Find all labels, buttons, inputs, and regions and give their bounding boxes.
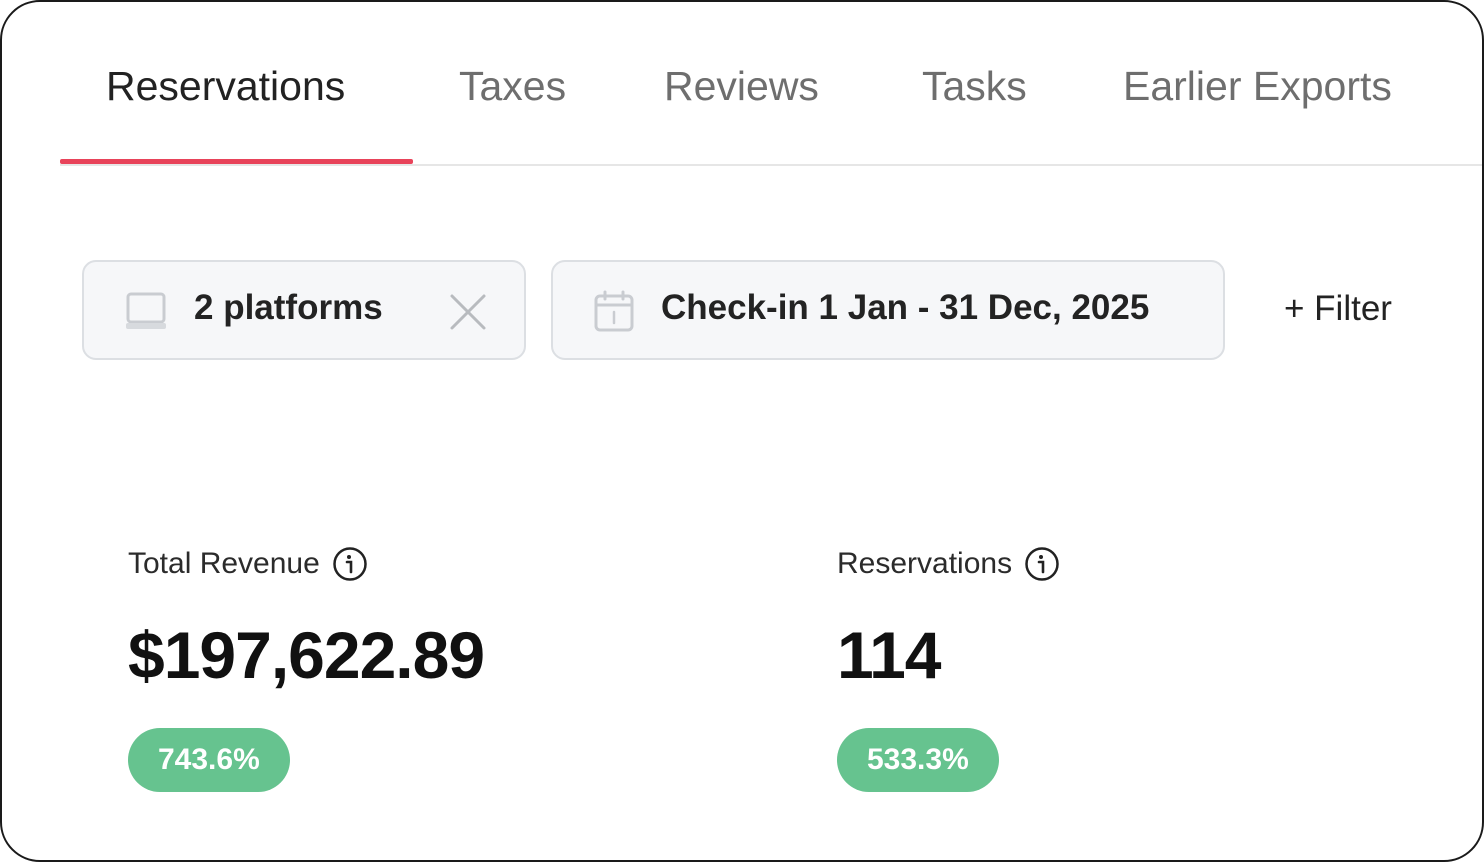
laptop-icon	[124, 290, 170, 341]
platforms-filter-label: 2 platforms	[194, 288, 383, 327]
total-revenue-card: Total Revenue $197,622.89 743.6%	[128, 542, 485, 792]
tab-reservations[interactable]: Reservations	[106, 58, 345, 114]
reservations-value: 114	[837, 618, 941, 692]
date-range-filter-label: Check-in 1 Jan - 31 Dec, 2025	[661, 288, 1150, 327]
calendar-icon	[593, 290, 637, 339]
close-icon[interactable]	[448, 292, 488, 332]
tabs-divider	[60, 164, 1482, 166]
info-icon[interactable]	[1024, 546, 1060, 582]
platforms-filter-chip[interactable]: 2 platforms	[82, 260, 526, 360]
app-frame: Reservations Taxes Reviews Tasks Earlier…	[0, 0, 1484, 862]
active-tab-indicator	[60, 159, 413, 164]
add-filter-button[interactable]: + Filter	[1284, 284, 1392, 334]
tab-taxes[interactable]: Taxes	[459, 58, 566, 114]
info-icon[interactable]	[332, 546, 368, 582]
reservations-change-badge: 533.3%	[837, 728, 999, 792]
reservations-card: Reservations 114 533.3%	[837, 542, 1060, 792]
total-revenue-label: Total Revenue	[128, 547, 320, 580]
total-revenue-value: $197,622.89	[128, 618, 485, 692]
tab-tasks[interactable]: Tasks	[922, 58, 1027, 114]
tab-reviews[interactable]: Reviews	[664, 58, 819, 114]
reservations-label: Reservations	[837, 547, 1013, 580]
revenue-change-badge: 743.6%	[128, 728, 290, 792]
tab-earlier-exports[interactable]: Earlier Exports	[1123, 58, 1392, 114]
date-range-filter-chip[interactable]: Check-in 1 Jan - 31 Dec, 2025	[551, 260, 1225, 360]
